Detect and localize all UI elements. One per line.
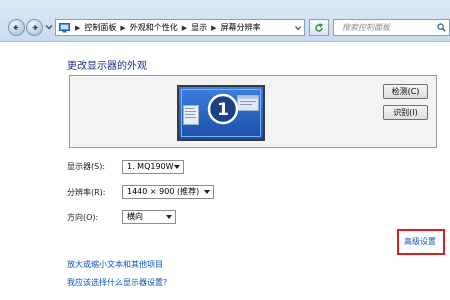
display-select-value: 1. MQ190W — [127, 162, 174, 171]
monitor-number: 1 — [217, 100, 229, 120]
screen-resolution-window: ▶ 控制面板 ▶ 外观和个性化 ▶ 显示 ▶ 屏幕分辨率 更改 — [0, 0, 450, 300]
orientation-select-value: 横向 — [127, 212, 143, 221]
history-dropdown-icon[interactable] — [45, 23, 53, 31]
back-arrow-icon — [13, 24, 19, 31]
breadcrumb-separator: ▶ — [75, 23, 81, 32]
search-input[interactable] — [342, 20, 438, 35]
control-panel-icon — [59, 22, 70, 32]
document-window-icon — [183, 105, 199, 125]
display-preview-area: 1 检测(C) 识别(I) — [69, 75, 437, 148]
refresh-button[interactable] — [309, 19, 329, 36]
display-settings-help-link[interactable]: 我应该选择什么显示器设置? — [67, 277, 167, 288]
orientation-select[interactable]: 横向 — [122, 210, 176, 224]
detect-button[interactable]: 检测(C) — [383, 84, 428, 99]
forward-button[interactable] — [26, 19, 43, 36]
breadcrumb-separator[interactable]: ▶ — [118, 24, 127, 32]
advanced-settings-link[interactable]: 高级设置 — [404, 236, 436, 247]
dropdown-arrow-icon — [166, 215, 172, 219]
resolution-select[interactable]: 1440 × 900 (推荐) — [122, 185, 214, 199]
refresh-icon — [315, 22, 324, 32]
dropdown-arrow-icon — [174, 165, 180, 169]
monitor-number-badge: 1 — [207, 93, 239, 125]
address-dropdown-icon[interactable] — [295, 25, 301, 31]
identify-button[interactable]: 识别(I) — [383, 105, 428, 120]
breadcrumb-appearance[interactable]: 外观和个性化 — [128, 22, 180, 33]
resolution-select-value: 1440 × 900 (推荐) — [127, 187, 200, 196]
breadcrumb-display[interactable]: 显示 — [189, 22, 209, 33]
page-title: 更改显示器的外观 — [67, 61, 147, 72]
dropdown-arrow-icon — [204, 190, 210, 194]
orientation-label: 方向(O): — [67, 213, 99, 222]
text-size-link[interactable]: 放大或缩小文本和其他项目 — [67, 259, 163, 270]
search-icon[interactable] — [437, 23, 446, 32]
address-bar[interactable]: ▶ 控制面板 ▶ 外观和个性化 ▶ 显示 ▶ 屏幕分辨率 — [55, 19, 305, 36]
breadcrumb-control-panel[interactable]: 控制面板 — [82, 22, 118, 33]
breadcrumb-separator[interactable]: ▶ — [209, 24, 218, 32]
breadcrumb-separator[interactable]: ▶ — [180, 24, 189, 32]
back-button[interactable] — [8, 19, 25, 36]
monitor-1-tile[interactable]: 1 — [177, 85, 265, 141]
explorer-toolbar: ▶ 控制面板 ▶ 外观和个性化 ▶ 显示 ▶ 屏幕分辨率 — [0, 0, 450, 42]
app-window-icon — [237, 95, 259, 111]
display-select[interactable]: 1. MQ190W — [122, 160, 184, 174]
resolution-label: 分辨率(R): — [67, 188, 106, 197]
search-box[interactable] — [333, 19, 450, 36]
breadcrumb-screen-resolution[interactable]: 屏幕分辨率 — [219, 22, 263, 33]
display-label: 显示器(S): — [67, 162, 106, 171]
forward-arrow-icon — [32, 24, 38, 31]
